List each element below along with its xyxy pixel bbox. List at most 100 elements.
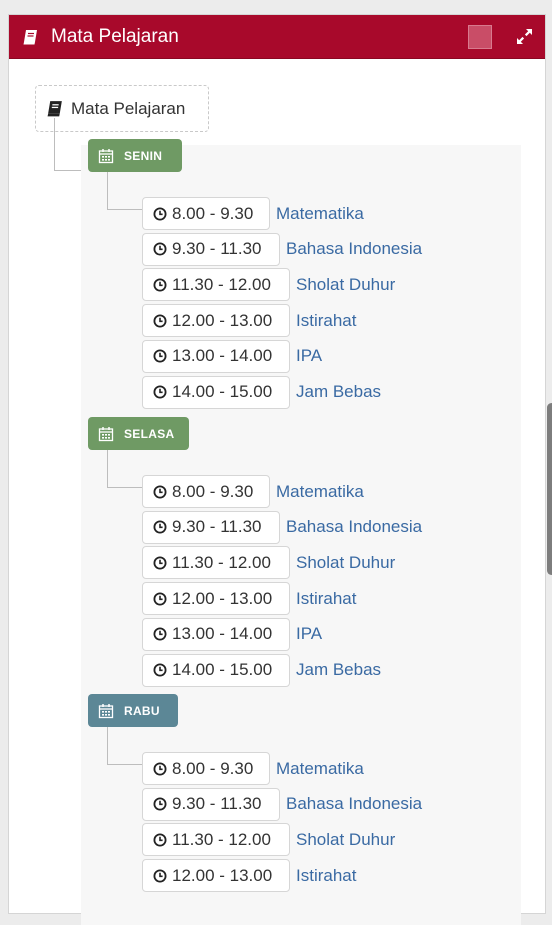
day-badge-selasa[interactable]: SELASA (88, 417, 189, 450)
time-range[interactable]: 12.00 - 13.00 (142, 304, 290, 338)
tree-root-label: Mata Pelajaran (71, 98, 186, 118)
day-label: RABU (124, 703, 160, 718)
clock-icon (153, 242, 167, 256)
clock-icon (153, 314, 167, 328)
time-text: 8.00 - 9.30 (172, 481, 254, 501)
clock-icon (153, 833, 167, 847)
widget-header: Mata Pelajaran (9, 15, 545, 59)
collapse-button[interactable] (468, 25, 492, 49)
schedule-slot: 8.00 - 9.30 Matematika (142, 752, 364, 785)
book-icon (47, 101, 62, 117)
time-range[interactable]: 12.00 - 13.00 (142, 582, 290, 616)
scrollbar-thumb[interactable] (547, 403, 552, 575)
clock-icon (153, 485, 167, 498)
calendar-icon (98, 148, 114, 163)
tree-connector (107, 727, 108, 764)
time-range[interactable]: 11.30 - 12.00 (142, 268, 290, 302)
time-range[interactable]: 13.00 - 14.00 (142, 339, 290, 373)
time-text: 12.00 - 13.00 (172, 865, 273, 885)
schedule-slot: 9.30 - 11.30 Bahasa Indonesia (142, 787, 422, 821)
time-range[interactable]: 13.00 - 14.00 (142, 617, 290, 651)
time-text: 9.30 - 11.30 (172, 239, 262, 259)
time-text: 11.30 - 12.00 (172, 274, 271, 294)
expand-icon[interactable] (515, 27, 534, 46)
time-text: 14.00 - 15.00 (172, 660, 273, 679)
tree-connector (107, 209, 142, 210)
schedule-slot: 12.00 - 13.00 Istirahat (142, 582, 356, 616)
day-badge-rabu[interactable]: RABU (88, 694, 178, 727)
time-text: 9.30 - 11.30 (172, 794, 262, 814)
book-icon (23, 30, 37, 45)
schedule-slot: 9.30 - 11.30 Bahasa Indonesia (142, 232, 422, 266)
clock-icon (153, 663, 167, 677)
time-range[interactable]: 14.00 - 15.00 (142, 375, 290, 409)
subject-link[interactable]: Istirahat (296, 866, 356, 886)
subject-link[interactable]: Matematika (276, 759, 364, 779)
schedule-slot: 11.30 - 12.00 Sholat Duhur (142, 268, 395, 302)
tree-connector (107, 764, 142, 765)
schedule-slot: 9.30 - 11.30 Bahasa Indonesia (142, 510, 422, 544)
subject-link[interactable]: Matematika (276, 482, 364, 502)
subject-link[interactable]: IPA (296, 624, 322, 644)
subject-link[interactable]: Bahasa Indonesia (286, 794, 422, 814)
time-range[interactable]: 9.30 - 11.30 (142, 510, 280, 544)
schedule-slot: 14.00 - 15.00 Jam Bebas (142, 375, 381, 409)
time-text: 13.00 - 14.00 (172, 346, 273, 366)
clock-icon (153, 797, 167, 811)
schedule-slot: 8.00 - 9.30 Matematika (142, 197, 364, 230)
clock-icon (153, 278, 167, 292)
time-text: 8.00 - 9.30 (172, 203, 254, 223)
subject-link[interactable]: Jam Bebas (296, 382, 381, 402)
subject-link[interactable]: Jam Bebas (296, 660, 381, 680)
tree-connector (107, 487, 142, 488)
clock-icon (153, 762, 167, 775)
time-range[interactable]: 11.30 - 12.00 (142, 546, 290, 580)
subject-link[interactable]: IPA (296, 346, 322, 366)
schedule-slot: 13.00 - 14.00 IPA (142, 339, 322, 373)
clock-icon (153, 385, 167, 399)
tree-connector (107, 450, 108, 487)
time-range[interactable]: 12.00 - 13.00 (142, 859, 290, 893)
time-text: 14.00 - 15.00 (172, 382, 273, 401)
subject-link[interactable]: Bahasa Indonesia (286, 517, 422, 537)
subject-link[interactable]: Sholat Duhur (296, 553, 395, 573)
time-range[interactable]: 9.30 - 11.30 (142, 787, 280, 821)
time-text: 9.30 - 11.30 (172, 517, 262, 537)
time-text: 11.30 - 12.00 (172, 552, 271, 572)
clock-icon (153, 349, 167, 363)
time-text: 8.00 - 9.30 (172, 758, 254, 778)
clock-icon (153, 869, 167, 883)
time-range[interactable]: 11.30 - 12.00 (142, 823, 290, 857)
time-text: 13.00 - 14.00 (172, 624, 273, 644)
schedule-slot: 12.00 - 13.00 Istirahat (142, 859, 356, 893)
day-badge-senin[interactable]: SENIN (88, 139, 182, 172)
clock-icon (153, 592, 167, 606)
time-range[interactable]: 14.00 - 15.00 (142, 653, 290, 687)
clock-icon (153, 520, 167, 534)
clock-icon (153, 207, 167, 220)
day-label: SENIN (124, 148, 163, 163)
subject-link[interactable]: Bahasa Indonesia (286, 239, 422, 259)
day-label: SELASA (124, 426, 175, 441)
widget-title: Mata Pelajaran (51, 26, 179, 47)
subject-link[interactable]: Matematika (276, 204, 364, 224)
subject-link[interactable]: Istirahat (296, 589, 356, 609)
schedule-slot: 12.00 - 13.00 Istirahat (142, 304, 356, 338)
schedule-slot: 8.00 - 9.30 Matematika (142, 475, 364, 508)
time-range[interactable]: 9.30 - 11.30 (142, 232, 280, 266)
tree-root-node[interactable]: Mata Pelajaran (35, 85, 209, 132)
time-range[interactable]: 8.00 - 9.30 (142, 475, 270, 508)
time-range[interactable]: 8.00 - 9.30 (142, 752, 270, 785)
time-text: 11.30 - 12.00 (172, 829, 271, 849)
clock-icon (153, 627, 167, 641)
schedule-slot: 14.00 - 15.00 Jam Bebas (142, 653, 381, 687)
time-range[interactable]: 8.00 - 9.30 (142, 197, 270, 230)
schedule-slot: 13.00 - 14.00 IPA (142, 617, 322, 651)
schedule-slot: 11.30 - 12.00 Sholat Duhur (142, 823, 395, 857)
subject-link[interactable]: Sholat Duhur (296, 275, 395, 295)
schedule-slot: 11.30 - 12.00 Sholat Duhur (142, 546, 395, 580)
subjects-widget: Mata Pelajaran Mata Pelajaran SENIN 8.00 … (8, 14, 552, 925)
tree-connector (107, 172, 108, 209)
subject-link[interactable]: Sholat Duhur (296, 830, 395, 850)
subject-link[interactable]: Istirahat (296, 311, 356, 331)
